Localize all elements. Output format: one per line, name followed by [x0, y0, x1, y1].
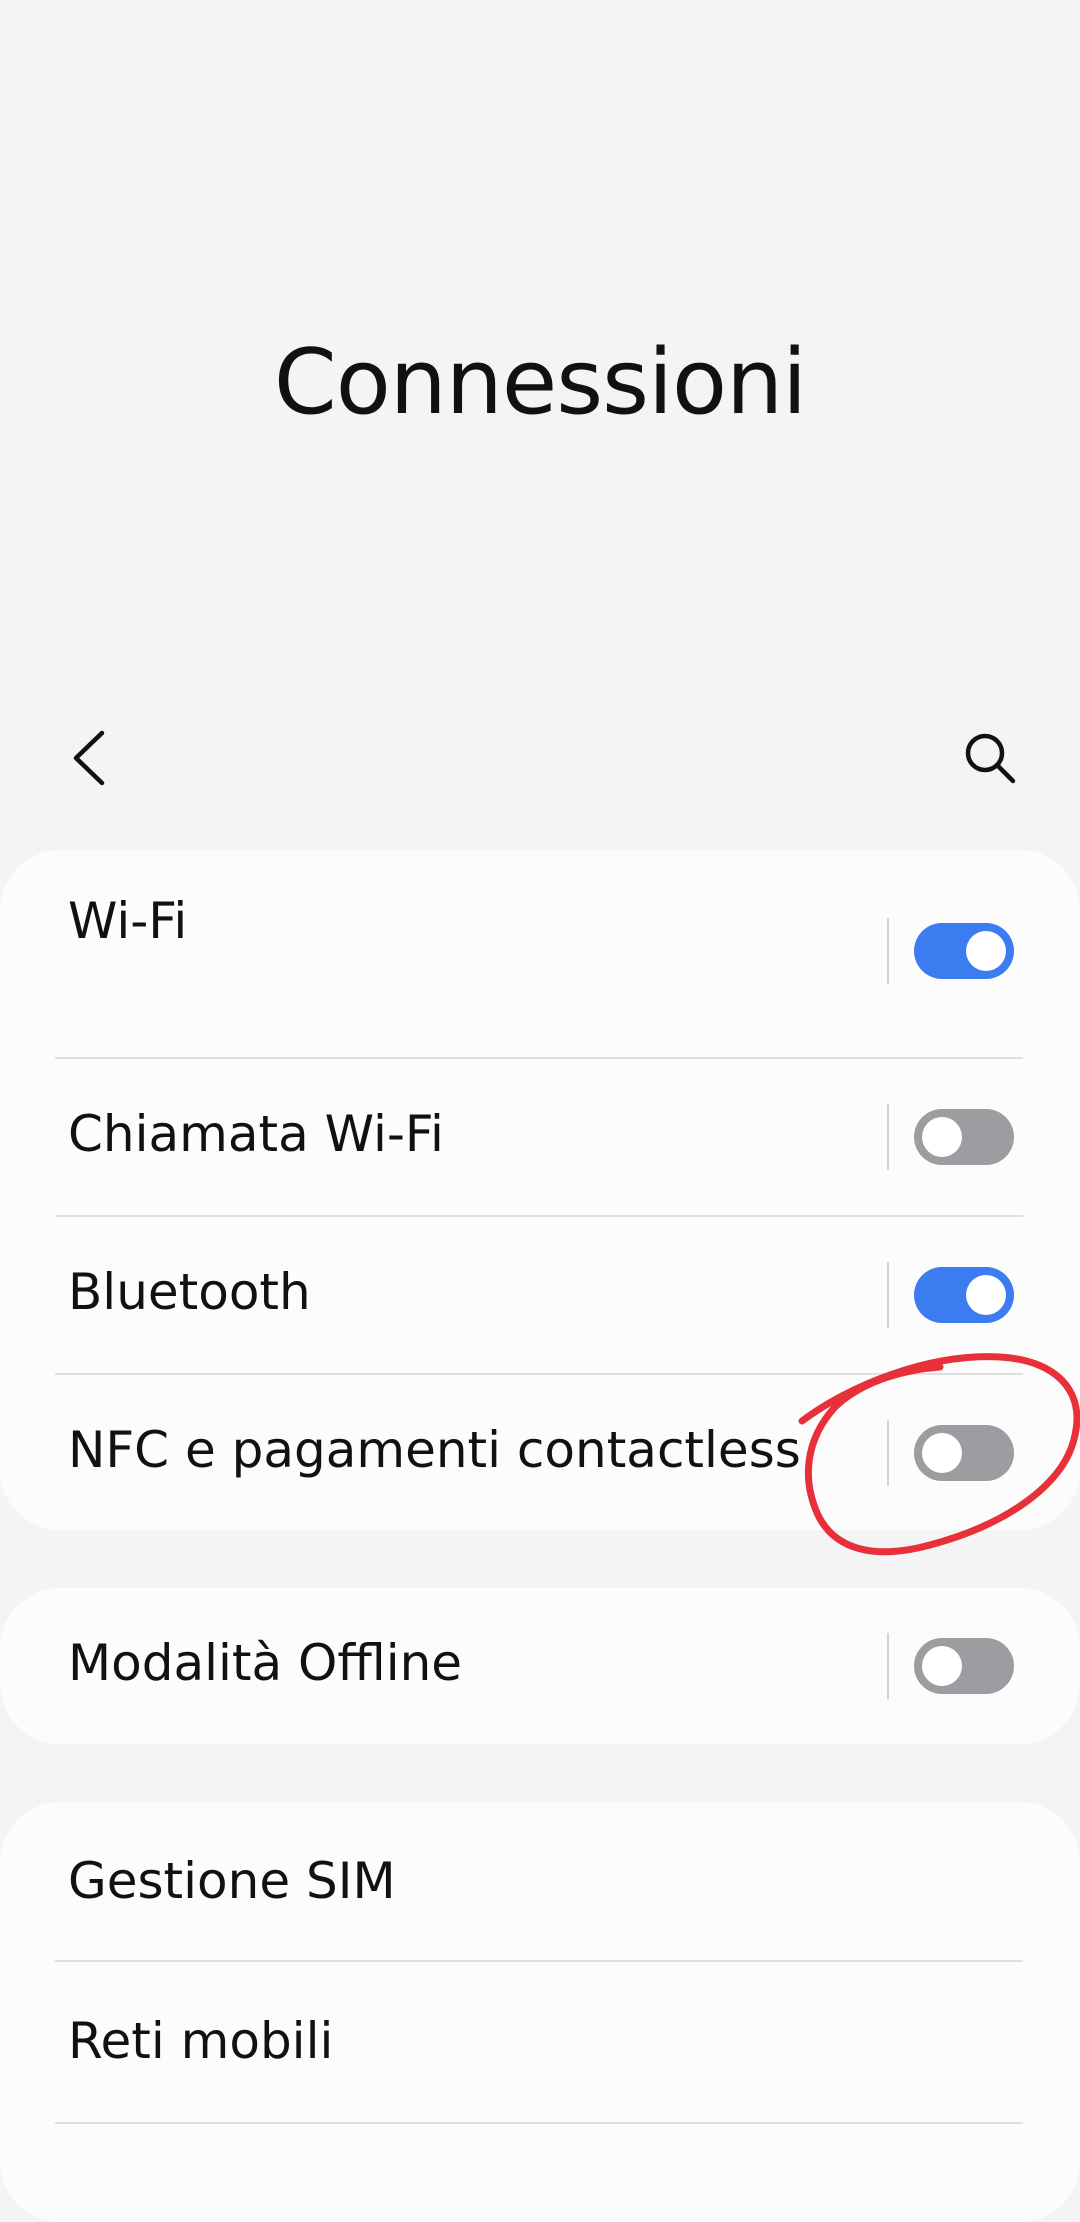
chevron-left-icon	[73, 730, 105, 786]
sim-manager-label: Gestione SIM	[68, 1852, 396, 1910]
toggle-knob	[922, 1646, 962, 1686]
divider	[55, 2122, 1023, 2124]
wifi-label: Wi-Fi	[68, 892, 188, 950]
mobile-networks-label: Reti mobili	[68, 2012, 334, 2070]
toggle-knob	[966, 931, 1006, 971]
search-icon	[965, 733, 1016, 784]
offline-mode-toggle[interactable]	[914, 1638, 1014, 1694]
wifi-toggle[interactable]	[914, 923, 1014, 979]
row-separator	[887, 1104, 889, 1170]
toggle-knob	[966, 1275, 1006, 1315]
back-button[interactable]	[62, 728, 116, 788]
setting-row-mobile-networks[interactable]: Reti mobili	[0, 1962, 1080, 2122]
bluetooth-toggle[interactable]	[914, 1267, 1014, 1323]
search-button[interactable]	[960, 728, 1020, 788]
setting-row-offline-mode[interactable]: Modalità Offline	[0, 1588, 1080, 1744]
row-separator	[887, 918, 889, 984]
toggle-knob	[922, 1117, 962, 1157]
row-separator	[887, 1262, 889, 1328]
page-title: Connessioni	[273, 330, 807, 435]
sim-card: Gestione SIM Reti mobili	[0, 1802, 1080, 2222]
offline-card: Modalità Offline	[0, 1588, 1080, 1744]
row-separator	[887, 1633, 889, 1699]
setting-row-sim-manager[interactable]: Gestione SIM	[0, 1802, 1080, 1960]
annotation-circle-icon	[798, 1353, 1080, 1556]
setting-row-wifi-calling[interactable]: Chiamata Wi-Fi	[0, 1059, 1080, 1215]
wifi-calling-toggle[interactable]	[914, 1109, 1014, 1165]
bluetooth-label: Bluetooth	[68, 1263, 311, 1321]
setting-row-wifi[interactable]: Wi-Fi	[0, 850, 1080, 1058]
offline-mode-label: Modalità Offline	[68, 1634, 463, 1692]
nfc-label: NFC e pagamenti contactless	[68, 1421, 801, 1479]
wifi-calling-label: Chiamata Wi-Fi	[68, 1105, 444, 1163]
